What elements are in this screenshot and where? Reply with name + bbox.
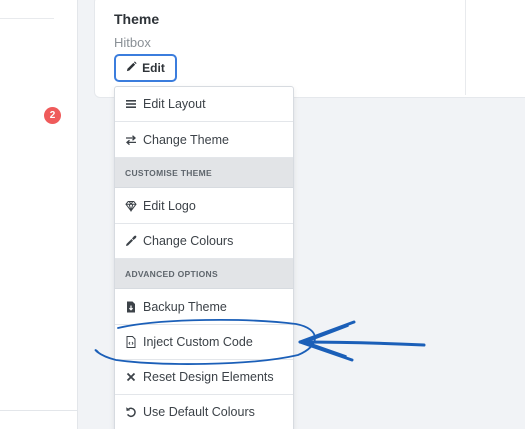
left-sidebar: 2 xyxy=(0,0,78,429)
sidebar-divider xyxy=(0,18,54,19)
file-download-icon xyxy=(124,300,137,313)
menu-item-change-colours[interactable]: Change Colours xyxy=(115,224,293,259)
menu-item-label: Inject Custom Code xyxy=(143,335,253,349)
edit-button-label: Edit xyxy=(142,61,165,75)
theme-card-title: Theme xyxy=(114,11,160,27)
menu-item-change-theme[interactable]: Change Theme xyxy=(115,122,293,158)
notification-badge[interactable]: 2 xyxy=(44,107,61,124)
current-theme-name: Hitbox xyxy=(114,35,151,50)
edit-dropdown-menu: Edit Layout Change Theme CUSTOMISE THEME… xyxy=(114,86,294,429)
pencil-icon xyxy=(126,61,137,75)
annotation-arrow-head xyxy=(303,325,349,357)
undo-icon xyxy=(124,406,137,419)
card-divider xyxy=(465,0,466,95)
menu-item-label: Edit Layout xyxy=(143,97,206,111)
menu-item-use-default-colours[interactable]: Use Default Colours xyxy=(115,395,293,429)
diamond-icon xyxy=(124,199,137,212)
menu-item-inject-custom-code[interactable]: Inject Custom Code xyxy=(115,325,293,360)
section-header-customise-theme: CUSTOMISE THEME xyxy=(115,158,293,188)
eyedropper-icon xyxy=(124,235,137,248)
menu-item-label: Edit Logo xyxy=(143,198,196,213)
file-code-icon xyxy=(124,336,137,349)
edit-theme-button[interactable]: Edit xyxy=(114,54,177,82)
menu-item-label: Change Colours xyxy=(143,234,234,248)
x-icon xyxy=(124,371,137,384)
menu-item-edit-layout[interactable]: Edit Layout xyxy=(115,87,293,122)
menu-item-reset-design-elements[interactable]: Reset Design Elements xyxy=(115,360,293,395)
swap-arrows-icon xyxy=(124,133,137,146)
sidebar-divider xyxy=(0,410,78,411)
menu-item-label: Change Theme xyxy=(143,132,229,147)
annotation-arrow-head xyxy=(298,320,356,362)
menu-item-edit-logo[interactable]: Edit Logo xyxy=(115,188,293,224)
list-icon xyxy=(124,98,137,111)
section-header-advanced-options: ADVANCED OPTIONS xyxy=(115,259,293,289)
menu-item-label: Use Default Colours xyxy=(143,405,255,419)
menu-item-backup-theme[interactable]: Backup Theme xyxy=(115,289,293,325)
menu-item-label: Backup Theme xyxy=(143,299,227,314)
annotation-arrow-shaft xyxy=(298,340,426,347)
menu-item-label: Reset Design Elements xyxy=(143,370,274,384)
